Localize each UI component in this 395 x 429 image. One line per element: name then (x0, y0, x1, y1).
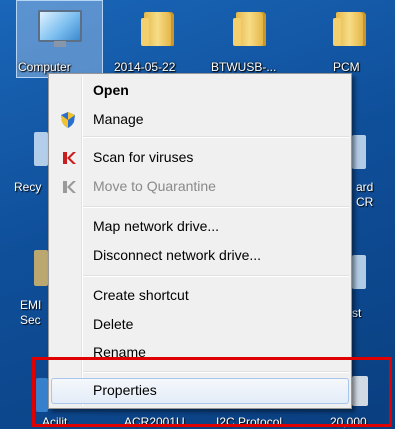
desktop-icon-label: EMI (20, 298, 42, 312)
computer-icon[interactable] (38, 10, 82, 47)
menu-item-label: Map network drive... (93, 218, 220, 234)
menu-item-label: Open (93, 82, 129, 98)
desktop-icon-label: ard (356, 180, 374, 194)
desktop-icon-label: BTWUSB-... (211, 60, 277, 74)
folder-icon[interactable] (333, 12, 366, 46)
desktop-icon-label: PCM (333, 60, 360, 74)
menu-item-label: Move to Quarantine (93, 178, 216, 194)
red-highlight-box (32, 357, 392, 427)
menu-item-label: Delete (93, 316, 134, 332)
menu-item-manage[interactable]: Manage (51, 107, 349, 133)
desktop: { "desktop": { "icons": [ {"name": "comp… (0, 0, 395, 429)
folder-icon[interactable] (141, 12, 174, 46)
desktop-icon-label: 2014-05-22 (114, 60, 176, 74)
menu-item-label: Scan for viruses (93, 149, 194, 165)
menu-item-label: Disconnect network drive... (93, 247, 262, 263)
desktop-icon-label: st (352, 306, 362, 320)
menu-item-delete[interactable]: Delete (51, 312, 349, 338)
menu-item-open[interactable]: Open (51, 78, 349, 104)
menu-item-map-network-drive[interactable]: Map network drive... (51, 214, 349, 240)
document-icon-partial[interactable] (352, 255, 366, 289)
menu-item-label: Manage (93, 111, 144, 127)
lock-app-icon[interactable] (34, 250, 48, 286)
menu-item-move-to-quarantine: Move to Quarantine (51, 174, 349, 200)
desktop-icon-label: Sec (20, 313, 41, 327)
folder-icon[interactable] (233, 12, 266, 46)
menu-item-disconnect-network-drive[interactable]: Disconnect network drive... (51, 243, 349, 269)
desktop-icon-label: Computer (18, 60, 71, 74)
menu-separator (83, 136, 349, 138)
recycle-bin-icon[interactable] (34, 132, 48, 166)
kaspersky-icon (63, 152, 76, 164)
desktop-icon-label: CR (356, 195, 374, 209)
menu-separator (83, 206, 349, 208)
menu-item-scan-for-viruses[interactable]: Scan for viruses (51, 145, 349, 171)
kaspersky-icon (63, 181, 76, 193)
desktop-icon-label: Recy (14, 180, 42, 194)
menu-separator (83, 275, 349, 277)
shield-icon (61, 112, 75, 128)
menu-item-create-shortcut[interactable]: Create shortcut (51, 283, 349, 309)
menu-item-label: Create shortcut (93, 287, 189, 303)
app-icon-partial[interactable] (352, 135, 366, 169)
